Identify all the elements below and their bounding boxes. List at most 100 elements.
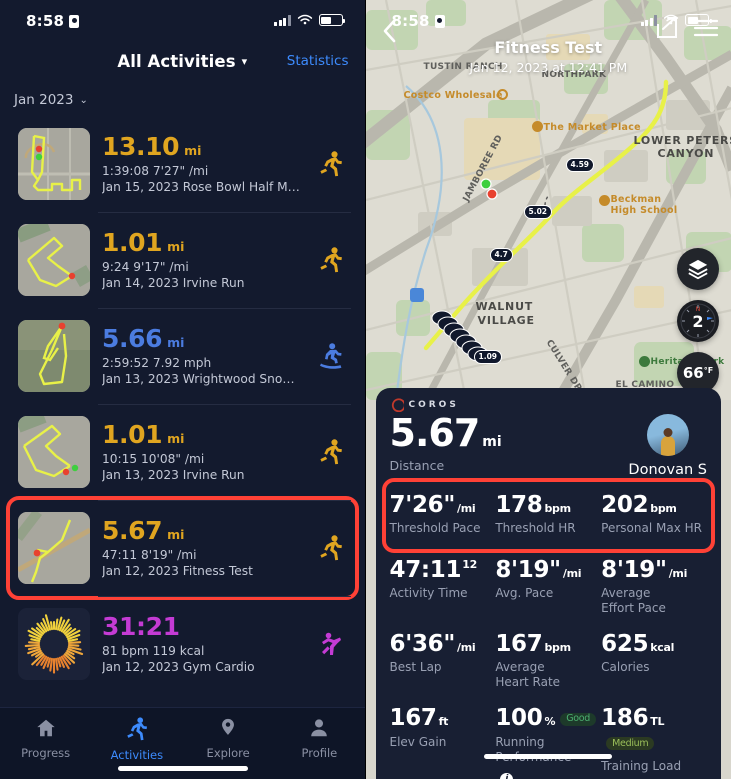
stat-elev-gain[interactable]: 167 ft Elev Gain xyxy=(390,697,496,779)
coros-brand: COROS xyxy=(390,398,708,412)
stat-label: Avg. Pace xyxy=(495,586,554,601)
stat-value: 47:11 xyxy=(389,557,462,584)
compass-icon: N xyxy=(680,303,716,339)
month-filter[interactable]: Jan 2023 ⌄ xyxy=(0,82,365,116)
poi-marker-icon xyxy=(598,195,610,206)
menu-button[interactable] xyxy=(693,17,719,43)
person-icon xyxy=(311,719,328,737)
stat-label: Threshold HR xyxy=(495,521,576,536)
activity-list-item[interactable]: 1.01 mi 10:15 10'08" /mi Jan 13, 2023 Ir… xyxy=(10,404,355,500)
app-screenshot: 8:58 All Activities ▾ Statistics Jan 2023… xyxy=(0,0,731,779)
activity-value: 5.67 xyxy=(102,515,163,545)
activity-list-item-selected[interactable]: 5.67 mi 47:11 8'19" /mi Jan 12, 2023 Fit… xyxy=(6,496,359,600)
avatar xyxy=(646,414,689,456)
stat-unit: /mi xyxy=(457,641,476,655)
svg-text:N: N xyxy=(696,306,701,313)
all-activities-dropdown[interactable]: All Activities ▾ xyxy=(117,52,247,71)
mile-marker: 1.09 xyxy=(473,350,503,364)
map-layers-button[interactable] xyxy=(677,248,719,290)
activity-value: 5.66 xyxy=(102,323,163,353)
stats-row: 167ft Elev Gain 100% Good RunningPerforma… xyxy=(390,697,708,779)
activity-stats: 47:11 8'19" /mi xyxy=(102,548,197,563)
stat-value: 8'19" xyxy=(601,557,667,584)
activity-unit: mi xyxy=(167,430,185,446)
map-poi-label: The Market Place xyxy=(543,122,641,133)
lock-portrait-icon xyxy=(434,14,445,28)
share-button[interactable] xyxy=(655,16,679,44)
stat-training-load[interactable]: 186TLMedium Training Load i xyxy=(601,697,707,779)
statistics-link[interactable]: Statistics xyxy=(287,53,349,69)
stat-avg-pace[interactable]: 8'19"/mi Avg. Pace xyxy=(495,549,601,623)
tab-label: Activities xyxy=(110,748,164,762)
stat-unit: TL xyxy=(650,715,665,729)
tab-activities[interactable]: Activities xyxy=(91,717,182,762)
activities-list-panel: 8:58 All Activities ▾ Statistics Jan 2023… xyxy=(0,0,365,779)
user-block[interactable]: Donovan S xyxy=(628,414,707,478)
info-icon[interactable]: i xyxy=(500,772,514,779)
tab-progress[interactable]: Progress xyxy=(0,717,91,760)
tab-profile[interactable]: Profile xyxy=(274,717,365,760)
status-bar-time: 8:58 xyxy=(26,11,65,30)
map-area-label: VILLAGE xyxy=(477,314,535,327)
activity-list-item[interactable]: 1.01 mi 9:24 9'17" /mi Jan 14, 2023 Irvi… xyxy=(10,212,355,308)
back-button[interactable] xyxy=(380,18,400,48)
activity-date-title: Jan 14, 2023 Irvine Run xyxy=(102,276,245,291)
stat-personal-max-hr[interactable]: 202 bpm Personal Max HR xyxy=(601,484,707,543)
activity-info: 13.10 mi 1:39:08 7'27" /mi Jan 15, 2023 … xyxy=(102,133,303,195)
threshold-stats-row-highlighted: 7'26"/mi Threshold Pace 178 bpm Threshold… xyxy=(381,477,715,554)
stat-value: 167 xyxy=(495,631,543,658)
activity-info: 31:21 81 bpm 119 kcal Jan 12, 2023 Gym C… xyxy=(102,613,303,674)
stat-value: 186 xyxy=(601,705,649,732)
header-actions xyxy=(655,16,719,44)
running-icon xyxy=(315,535,347,561)
activity-list-item[interactable]: 5.66 mi 2:59:52 7.92 mph Jan 13, 2023 Wr… xyxy=(10,308,355,404)
stat-best-lap[interactable]: 6'36"/mi Best Lap xyxy=(390,623,496,697)
stat-average-effort-pace[interactable]: 8'19"/mi Average Effort Pace xyxy=(601,549,707,623)
activity-list-item[interactable]: 31:21 81 bpm 119 kcal Jan 12, 2023 Gym C… xyxy=(10,596,355,692)
share-icon xyxy=(657,17,677,38)
mile-marker: 4.7 xyxy=(489,248,513,262)
mile-marker: 4.59 xyxy=(565,158,595,172)
activity-unit: mi xyxy=(184,142,202,158)
stat-activity-time[interactable]: 47:1112 Activity Time xyxy=(390,549,496,623)
stat-threshold-pace[interactable]: 7'26"/mi Threshold Pace xyxy=(390,484,496,543)
snowboard-icon xyxy=(315,343,347,369)
map-area-label: WALNUT xyxy=(475,300,534,313)
stat-threshold-hr[interactable]: 178 bpm Threshold HR xyxy=(495,484,601,543)
bottom-tab-bar: Progress Activities Explore Profile xyxy=(0,707,365,779)
activity-unit: mi xyxy=(167,238,185,254)
activity-date-title: Jan 13, 2023 Irvine Run xyxy=(102,468,245,483)
activity-date-title: Jan 15, 2023 Rose Bowl Half Marat... xyxy=(102,180,303,195)
month-filter-label: Jan 2023 xyxy=(14,92,74,108)
stat-calories[interactable]: 625 kcal Calories xyxy=(601,623,707,697)
map-route-thumbnail xyxy=(18,416,90,488)
stat-value: 202 xyxy=(601,492,649,518)
stat-unit: bpm xyxy=(650,502,677,515)
stat-unit: /mi xyxy=(668,567,688,581)
activity-list-item[interactable]: 13.10 mi 1:39:08 7'27" /mi Jan 15, 2023 … xyxy=(10,116,355,212)
stat-running-performance[interactable]: 100% Good RunningPerformance i xyxy=(495,697,601,779)
activity-stats: 9:24 9'17" /mi xyxy=(102,260,189,275)
nav-title: All Activities xyxy=(117,51,236,71)
tab-explore[interactable]: Explore xyxy=(183,717,274,760)
activity-list: 13.10 mi 1:39:08 7'27" /mi Jan 15, 2023 … xyxy=(0,116,365,692)
hamburger-menu-icon xyxy=(693,19,719,37)
distance-block: 5.67 mi Distance xyxy=(390,414,502,473)
stat-average-heart-rate[interactable]: 167 bpm Average Heart Rate xyxy=(495,623,601,697)
poi-marker-icon xyxy=(531,121,543,132)
activity-detail-panel: TUSTIN RANCH NORTHPARK Costco Wholesale … xyxy=(365,0,731,779)
tab-label: Progress xyxy=(21,746,71,760)
stat-label: Best Lap xyxy=(389,660,442,675)
coros-logo-icon xyxy=(391,398,404,412)
map-route-thumbnail xyxy=(18,128,90,200)
activity-stats: 1:39:08 7'27" /mi xyxy=(102,164,209,179)
stat-unit: kcal xyxy=(650,641,675,655)
stat-value: 7'26" xyxy=(389,492,456,518)
stat-unit: bpm xyxy=(544,641,571,655)
map-compass-button[interactable]: N 2 xyxy=(677,300,719,342)
activity-value: 1.01 xyxy=(102,419,163,449)
distance-label: Distance xyxy=(389,458,445,473)
left-status-bar: 8:58 xyxy=(0,0,365,40)
coros-wordmark: COROS xyxy=(408,400,459,410)
temperature-unit: °F xyxy=(703,366,714,375)
